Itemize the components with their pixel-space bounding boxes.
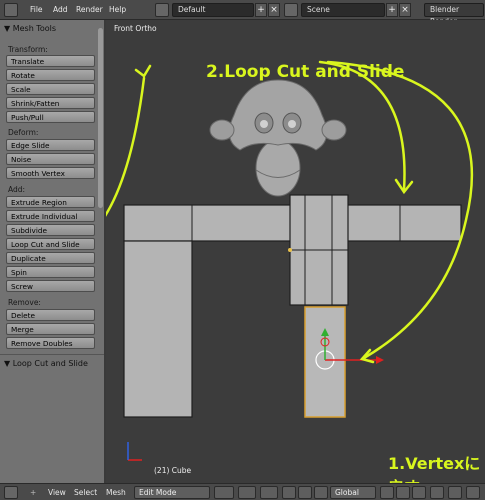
- delete-button[interactable]: Delete: [6, 309, 95, 321]
- orientation-select[interactable]: Global: [330, 486, 376, 499]
- section-deform-label: Deform:: [8, 128, 39, 137]
- viewport-shading-icon[interactable]: [214, 486, 234, 499]
- editor-type-icon-bottom[interactable]: [4, 486, 18, 499]
- translate-button[interactable]: Translate: [6, 55, 95, 67]
- shrink-fatten-button[interactable]: Shrink/Fatten: [6, 97, 95, 109]
- editor-type-icon[interactable]: [4, 3, 18, 17]
- smooth-vertex-button[interactable]: Smooth Vertex: [6, 167, 95, 179]
- panel-scrollbar[interactable]: [98, 28, 103, 208]
- noise-button[interactable]: Noise: [6, 153, 95, 165]
- panel-divider: [0, 354, 104, 355]
- mesh-tools-header[interactable]: ▼ Mesh Tools: [4, 24, 56, 33]
- face-select-icon[interactable]: [412, 486, 426, 499]
- menu-view[interactable]: View: [48, 486, 66, 499]
- menu-file[interactable]: File: [30, 3, 43, 17]
- mesh-tools-title: Mesh Tools: [12, 24, 57, 33]
- monkey-mesh[interactable]: [209, 79, 347, 197]
- object-label: (21) Cube: [154, 466, 192, 475]
- loop-cut-and-slide-button[interactable]: Loop Cut and Slide: [6, 238, 95, 250]
- screen-layout-icon[interactable]: [155, 3, 169, 17]
- extrude-individual-button[interactable]: Extrude Individual: [6, 210, 95, 222]
- collapse-icon[interactable]: +: [30, 486, 36, 499]
- menu-mesh[interactable]: Mesh: [106, 486, 126, 499]
- vertex-select-icon[interactable]: [380, 486, 394, 499]
- screen-layout-select[interactable]: Default: [172, 3, 254, 17]
- menu-render[interactable]: Render: [76, 3, 103, 17]
- axis-gizmo: [127, 442, 142, 461]
- info-header: File Add Render Help Default + × Scene +…: [0, 0, 485, 26]
- spin-button[interactable]: Spin: [6, 266, 95, 278]
- rotate-button[interactable]: Rotate: [6, 69, 95, 81]
- annotation-loop-cut: 2.Loop Cut and Slide: [206, 62, 405, 82]
- add-scene-button[interactable]: +: [386, 3, 398, 17]
- edge-slide-button[interactable]: Edge Slide: [6, 139, 95, 151]
- section-add-label: Add:: [8, 185, 26, 194]
- menu-add[interactable]: Add: [53, 3, 68, 17]
- snap-icon[interactable]: [466, 486, 480, 499]
- add-layout-button[interactable]: +: [255, 3, 267, 17]
- screw-button[interactable]: Screw: [6, 280, 95, 292]
- view3d-header: + View Select Mesh Edit Mode Global: [0, 483, 485, 500]
- menu-select[interactable]: Select: [74, 486, 97, 499]
- remove-layout-button[interactable]: ×: [268, 3, 280, 17]
- scale-button[interactable]: Scale: [6, 83, 95, 95]
- operator-panel-header[interactable]: ▼ Loop Cut and Slide: [4, 359, 88, 368]
- menu-help[interactable]: Help: [109, 3, 126, 17]
- rotate-manipulator-icon[interactable]: [298, 486, 312, 499]
- viewport-canvas[interactable]: [106, 20, 485, 483]
- cube-mesh[interactable]: [123, 194, 462, 418]
- merge-button[interactable]: Merge: [6, 323, 95, 335]
- section-transform-label: Transform:: [8, 45, 48, 54]
- section-remove-label: Remove:: [8, 298, 41, 307]
- render-engine-select[interactable]: Blender Render: [424, 3, 484, 26]
- remove-doubles-button[interactable]: Remove Doubles: [6, 337, 95, 349]
- pivot-point-icon[interactable]: [238, 486, 256, 499]
- 3d-viewport[interactable]: Front Ortho 2.Loop Cut and Slide 1.Verte…: [106, 20, 485, 483]
- translate-manipulator-icon[interactable]: [282, 486, 296, 499]
- push-pull-button[interactable]: Push/Pull: [6, 111, 95, 123]
- tool-shelf: ▼ Mesh Tools Transform: Translate Rotate…: [0, 20, 105, 483]
- remove-scene-button[interactable]: ×: [399, 3, 411, 17]
- scale-manipulator-icon[interactable]: [314, 486, 328, 499]
- scene-icon[interactable]: [284, 3, 298, 17]
- annotation-vertex: 1.Vertexに戻す: [388, 454, 481, 483]
- limit-selection-icon[interactable]: [430, 486, 444, 499]
- scene-select[interactable]: Scene: [301, 3, 385, 17]
- edge-select-icon[interactable]: [396, 486, 410, 499]
- operator-title: Loop Cut and Slide: [12, 359, 88, 368]
- manipulator-toggle-icon[interactable]: [260, 486, 278, 499]
- subdivide-button[interactable]: Subdivide: [6, 224, 95, 236]
- duplicate-button[interactable]: Duplicate: [6, 252, 95, 264]
- mode-select[interactable]: Edit Mode: [134, 486, 210, 499]
- extrude-region-button[interactable]: Extrude Region: [6, 196, 95, 208]
- proportional-edit-icon[interactable]: [448, 486, 462, 499]
